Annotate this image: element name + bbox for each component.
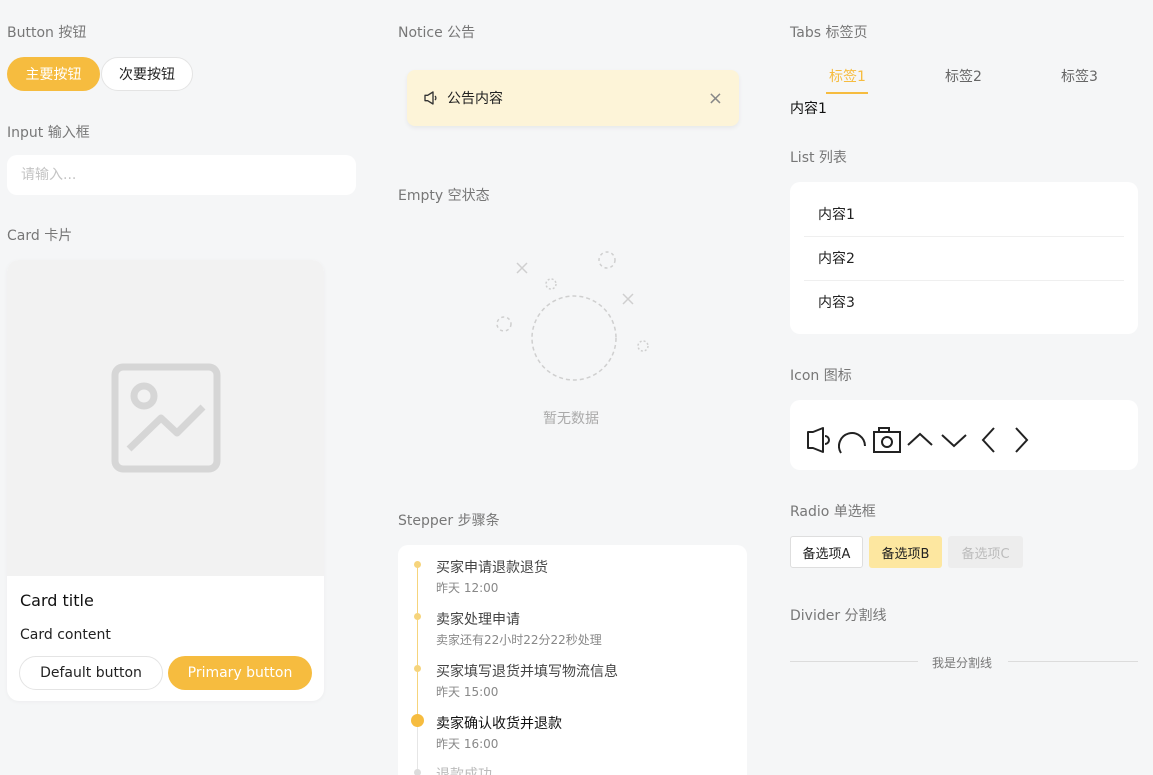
- step-time: 卖家还有22小时22分22秒处理: [436, 633, 602, 647]
- text-input[interactable]: [7, 155, 356, 195]
- icon-panel: [790, 400, 1138, 470]
- step-time: 昨天 16:00: [436, 737, 499, 751]
- stepper-track-done: [417, 563, 418, 721]
- step-time: 昨天 15:00: [436, 685, 499, 699]
- card-image-placeholder: [7, 260, 324, 576]
- radio-option-a[interactable]: 备选项A: [790, 536, 863, 568]
- tab-active-indicator: [826, 92, 868, 94]
- stepper-section-title: Stepper 步骤条: [398, 513, 500, 529]
- step-title: 卖家确认收货并退款: [436, 716, 562, 732]
- list: 内容1 内容2 内容3: [790, 182, 1138, 334]
- radio-section-title: Radio 单选框: [790, 504, 876, 520]
- card: Card title Card content Default button P…: [7, 260, 324, 701]
- primary-button[interactable]: 主要按钮: [7, 57, 100, 91]
- list-item[interactable]: 内容3: [804, 280, 1124, 324]
- card-title: Card title: [20, 591, 94, 610]
- step-title: 卖家处理申请: [436, 612, 520, 628]
- step-title: 买家申请退款退货: [436, 560, 548, 576]
- arrow-right-icon: [1015, 427, 1029, 453]
- tab-3[interactable]: 标签3: [1061, 66, 1098, 86]
- notice-bar: 公告内容 ×: [407, 70, 739, 126]
- step-title: 退款成功: [436, 767, 492, 775]
- list-item[interactable]: 内容2: [804, 236, 1124, 280]
- input-section-title: Input 输入框: [7, 125, 90, 141]
- step-dot-done: [414, 613, 421, 620]
- tab-1[interactable]: 标签1: [829, 66, 866, 86]
- notice-icon: [807, 427, 830, 453]
- card-content: Card content: [20, 627, 111, 643]
- divider-section-title: Divider 分割线: [790, 608, 887, 624]
- list-section-title: List 列表: [790, 150, 847, 166]
- empty-text: 暂无数据: [543, 411, 599, 427]
- icon-section-title: Icon 图标: [790, 368, 852, 384]
- tab-content: 内容1: [790, 101, 827, 117]
- arrow-left-icon: [981, 427, 995, 453]
- radio-option-c: 备选项C: [948, 536, 1023, 568]
- step-dot-active: [411, 714, 424, 727]
- card-default-button[interactable]: Default button: [19, 656, 163, 690]
- card-section-title: Card 卡片: [7, 228, 73, 244]
- button-section-title: Button 按钮: [7, 25, 87, 41]
- divider-text: 我是分割线: [932, 656, 993, 670]
- stepper: 买家申请退款退货 昨天 12:00 卖家处理申请 卖家还有22小时22分22秒处…: [398, 545, 747, 775]
- step-dot-pending: [414, 769, 421, 775]
- divider-line-right: [1008, 661, 1138, 662]
- tabs-section-title: Tabs 标签页: [790, 25, 868, 41]
- camera-icon: [873, 427, 901, 453]
- arrow-up-icon: [907, 432, 933, 446]
- notice-section-title: Notice 公告: [398, 25, 476, 41]
- list-item[interactable]: 内容1: [804, 192, 1124, 236]
- notice-close-icon[interactable]: ×: [708, 88, 723, 109]
- secondary-button[interactable]: 次要按钮: [101, 57, 193, 91]
- radio-option-b[interactable]: 备选项B: [869, 536, 942, 568]
- notice-icon: [424, 91, 437, 105]
- card-primary-button[interactable]: Primary button: [168, 656, 312, 690]
- step-time: 昨天 12:00: [436, 581, 499, 595]
- loading-icon: [838, 432, 866, 454]
- divider-line-left: [790, 661, 918, 662]
- notice-text: 公告内容: [447, 91, 503, 107]
- step-dot-done: [414, 665, 421, 672]
- step-dot-done: [414, 561, 421, 568]
- image-icon: [111, 363, 220, 473]
- empty-illustration-icon: [496, 251, 649, 381]
- arrow-down-icon: [941, 434, 967, 448]
- empty-section-title: Empty 空状态: [398, 188, 490, 204]
- tab-2[interactable]: 标签2: [945, 66, 982, 86]
- step-title: 买家填写退货并填写物流信息: [436, 664, 618, 680]
